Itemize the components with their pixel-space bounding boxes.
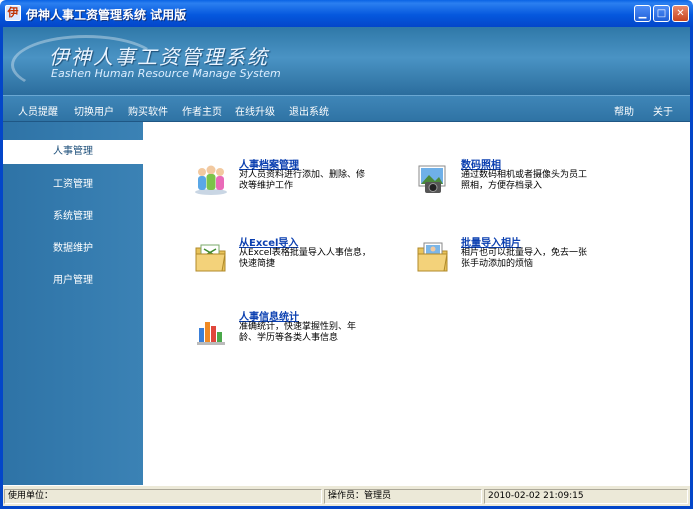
sidebar-item-data-maintenance[interactable]: 数据维护 bbox=[3, 237, 143, 261]
bar-chart-icon bbox=[197, 322, 225, 345]
menu-item-switch-user[interactable]: 切换用户 bbox=[74, 103, 114, 118]
sidebar-item-users[interactable]: 用户管理 bbox=[3, 269, 143, 293]
feature-batch-photo-import[interactable]: 批量导入相片 相片也可以批量导入，免去一张张手动添加的烦恼 bbox=[415, 234, 595, 280]
status-bar: 使用单位： 操作员：管理员 2010-02-02 21:09:15 bbox=[3, 485, 690, 506]
camera-icon bbox=[418, 165, 446, 193]
feature-personnel-statistics[interactable]: 人事信息统计 准确统计，快速掌握性别、年龄、学历等各类人事信息 bbox=[193, 308, 373, 354]
status-operator: 操作员：管理员 bbox=[324, 489, 482, 504]
feature-description: 通过数码相机或者摄像头为员工照相，方便存档录入 bbox=[461, 170, 588, 191]
minimize-button[interactable]: ▁ bbox=[634, 5, 651, 22]
main-content: 人事档案管理 对人员资料进行添加、删除、修改等维护工作 数码照相 通过数码相机或… bbox=[143, 122, 690, 485]
app-logo-icon: 伊 bbox=[5, 5, 21, 21]
feature-description: 相片也可以批量导入，免去一张张手动添加的烦恼 bbox=[461, 248, 588, 269]
banner-title-en: Eashen Human Resource Manage System bbox=[51, 67, 281, 80]
folder-import-icon bbox=[195, 244, 226, 272]
banner-title-cn: 伊神人事工资管理系统 bbox=[49, 45, 269, 69]
menu-item-upgrade[interactable]: 在线升级 bbox=[235, 103, 275, 118]
feature-title[interactable]: 从Excel导入 bbox=[239, 234, 298, 249]
feature-description: 从Excel表格批量导入人事信息，快速简捷 bbox=[239, 248, 371, 269]
minimize-icon: ▁ bbox=[638, 8, 647, 19]
close-icon: ✕ bbox=[676, 8, 685, 19]
menu-item-author-home[interactable]: 作者主页 bbox=[182, 103, 222, 118]
feature-description: 准确统计，快速掌握性别、年龄、学历等各类人事信息 bbox=[239, 322, 357, 343]
sidebar: 人事管理 工资管理 系统管理 数据维护 用户管理 bbox=[3, 122, 143, 485]
close-button[interactable]: ✕ bbox=[672, 5, 689, 22]
feature-description: 对人员资料进行添加、删除、修改等维护工作 bbox=[239, 170, 366, 191]
feature-title[interactable]: 批量导入相片 bbox=[461, 234, 521, 249]
menu-item-buy[interactable]: 购买软件 bbox=[128, 103, 168, 118]
people-icon bbox=[195, 165, 227, 195]
window-title: 伊神人事工资管理系统 试用版 bbox=[26, 8, 187, 22]
sidebar-item-personnel[interactable]: 人事管理 bbox=[3, 140, 143, 164]
menu-item-reminder[interactable]: 人员提醒 bbox=[18, 103, 58, 118]
menu-bar: 人员提醒 切换用户 购买软件 作者主页 在线升级 退出系统 帮助 关于 bbox=[3, 95, 690, 122]
feature-excel-import[interactable]: 从Excel导入 从Excel表格批量导入人事信息，快速简捷 bbox=[193, 234, 373, 280]
sidebar-item-system[interactable]: 系统管理 bbox=[3, 205, 143, 229]
status-unit: 使用单位： bbox=[4, 489, 322, 504]
menu-item-exit[interactable]: 退出系统 bbox=[289, 103, 329, 118]
maximize-icon: □ bbox=[656, 8, 667, 19]
photo-import-icon bbox=[417, 242, 448, 272]
feature-title[interactable]: 人事档案管理 bbox=[239, 156, 299, 171]
window-title-bar[interactable]: 伊 伊神人事工资管理系统 试用版 ▁ □ ✕ bbox=[0, 0, 693, 27]
feature-title[interactable]: 数码照相 bbox=[461, 156, 501, 171]
app-banner: 伊神人事工资管理系统 Eashen Human Resource Manage … bbox=[3, 27, 690, 95]
maximize-button[interactable]: □ bbox=[653, 5, 670, 22]
feature-personnel-records[interactable]: 人事档案管理 对人员资料进行添加、删除、修改等维护工作 bbox=[193, 156, 373, 202]
feature-digital-photo[interactable]: 数码照相 通过数码相机或者摄像头为员工照相，方便存档录入 bbox=[415, 156, 595, 202]
status-datetime: 2010-02-02 21:09:15 bbox=[484, 489, 688, 504]
sidebar-item-salary[interactable]: 工资管理 bbox=[3, 173, 143, 197]
feature-title[interactable]: 人事信息统计 bbox=[239, 308, 299, 323]
menu-item-about[interactable]: 关于 bbox=[653, 103, 673, 118]
menu-item-help[interactable]: 帮助 bbox=[614, 103, 634, 118]
